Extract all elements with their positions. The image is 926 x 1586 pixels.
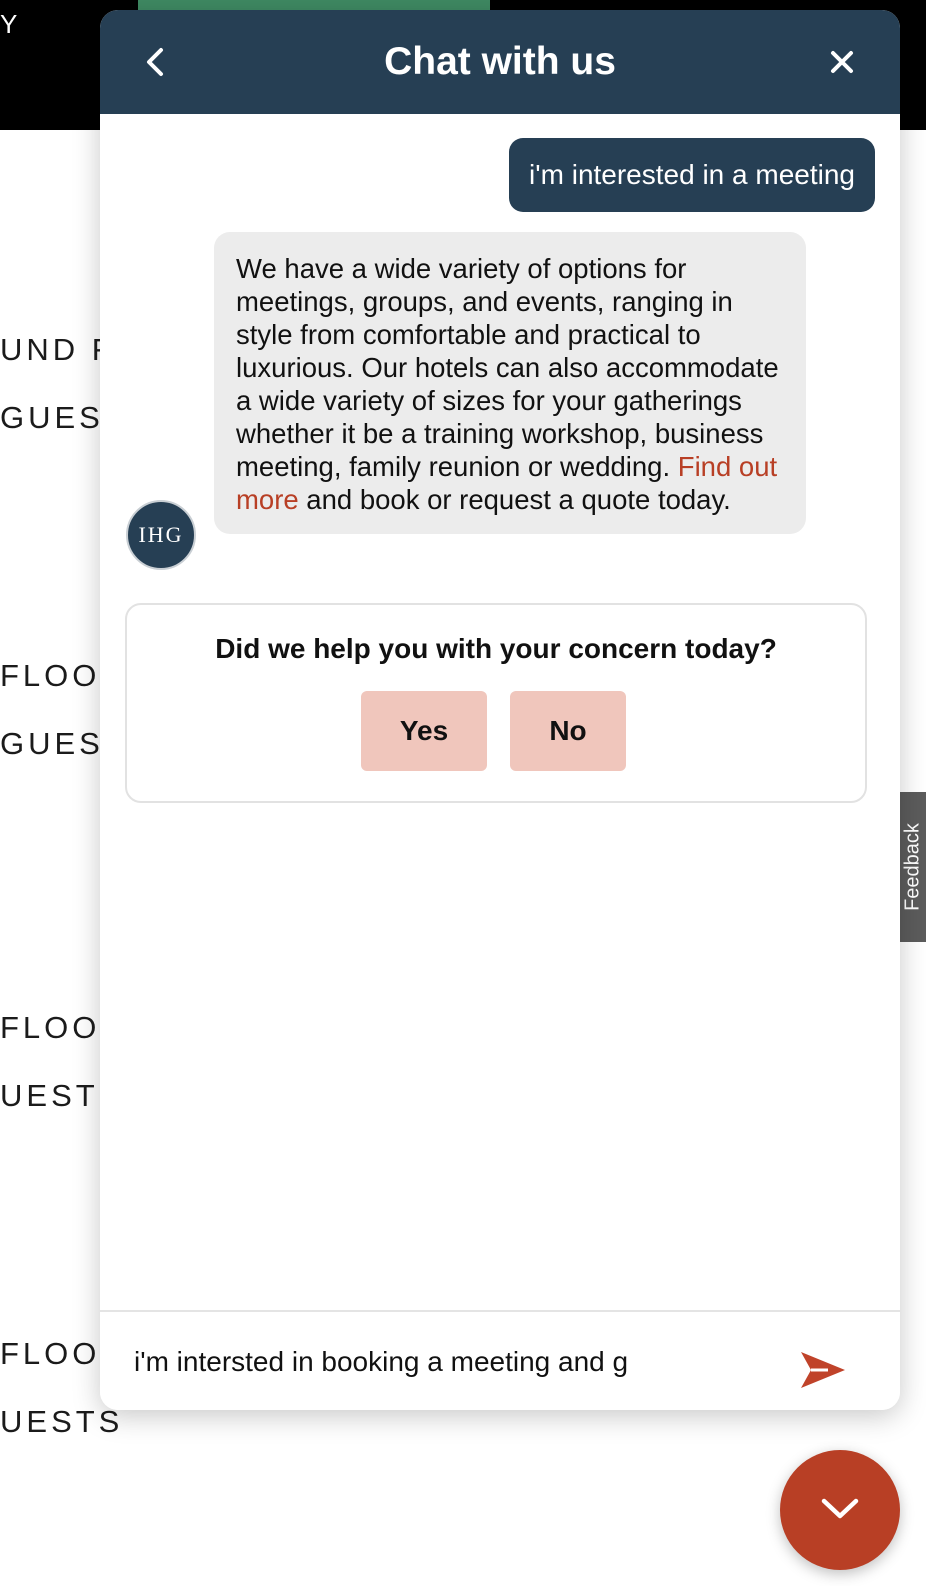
feedback-tab-label: Feedback	[901, 823, 924, 911]
page-room-label: GUEST	[0, 400, 100, 435]
send-icon	[801, 1352, 845, 1388]
page-room-label: FLOO	[0, 1336, 100, 1371]
close-icon	[831, 51, 853, 73]
chevron-down-icon	[821, 1498, 859, 1519]
yes-button[interactable]: Yes	[361, 691, 487, 771]
message-composer	[100, 1310, 900, 1410]
feedback-survey-card: Did we help you with your concern today?…	[125, 603, 867, 803]
user-message-bubble: i'm interested in a meeting	[509, 138, 875, 212]
bot-message-bubble: We have a wide variety of options for me…	[214, 232, 806, 534]
page-room-label: FLOO	[0, 658, 100, 693]
page-room-label: UND F	[0, 332, 100, 367]
page-corner-text: Y	[0, 9, 18, 39]
bot-avatar: IHG	[126, 500, 196, 570]
chat-title: Chat with us	[384, 40, 616, 83]
chat-header: Chat with us	[100, 10, 900, 114]
message-input[interactable]	[134, 1330, 754, 1394]
bot-message-text: We have a wide variety of options for me…	[236, 253, 779, 482]
page-room-label: UESTS	[0, 1078, 100, 1113]
page-room-label: GUEST	[0, 726, 100, 761]
chat-window: Chat with us i'm interested in a meeting…	[100, 10, 900, 1410]
feedback-tab[interactable]: Feedback	[900, 792, 926, 942]
bot-message-text-end: and book or request a quote today.	[298, 484, 731, 515]
page-room-label: FLOO	[0, 1010, 100, 1045]
minimize-chat-button[interactable]	[780, 1450, 900, 1570]
page-green-accent	[138, 0, 490, 10]
send-button[interactable]	[798, 1348, 848, 1392]
close-button[interactable]	[822, 42, 862, 82]
no-button[interactable]: No	[510, 691, 626, 771]
survey-question: Did we help you with your concern today?	[215, 633, 777, 664]
